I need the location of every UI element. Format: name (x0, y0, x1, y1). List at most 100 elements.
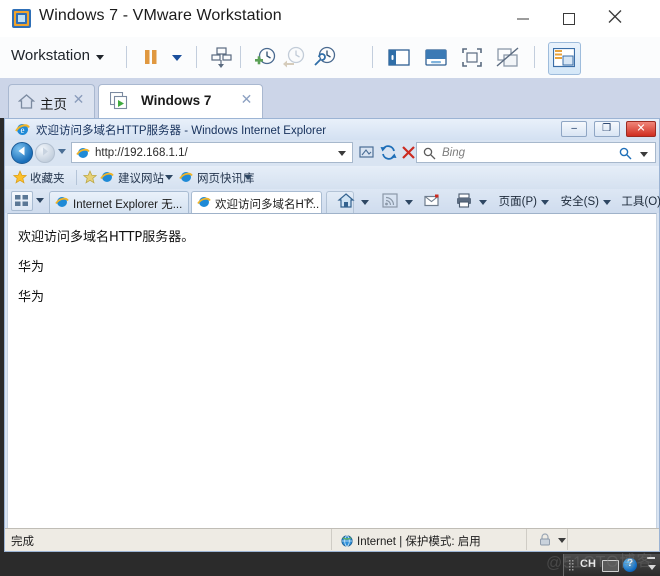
page-menu-caret[interactable] (541, 200, 549, 205)
search-provider-caret[interactable] (640, 152, 648, 157)
status-divider (331, 529, 332, 550)
show-sidebar-icon[interactable] (386, 45, 412, 70)
favbar-item-suggested-sites[interactable]: 建议网站 (118, 170, 164, 186)
feeds-dropdown-caret[interactable] (405, 200, 413, 205)
vmware-workstation-window: Windows 7 - VMware Workstation Workstati… (0, 0, 660, 576)
favbar-divider (76, 170, 77, 185)
ie-tab-inactive[interactable]: Internet Explorer 无... (49, 191, 189, 213)
close-icon: ✕ (636, 122, 646, 135)
snapshot-manager-icon[interactable] (312, 45, 338, 70)
vmware-title-text: Windows 7 - VMware Workstation (39, 7, 282, 24)
internet-zone-globe-icon (341, 534, 353, 547)
ie-tab-active[interactable]: 欢迎访问多域名HT... ✕ (191, 191, 322, 213)
vmware-tab-home[interactable]: 主页 ✕ (8, 84, 95, 118)
unity-mode-icon[interactable] (495, 45, 521, 70)
full-screen-icon[interactable] (459, 45, 485, 70)
ime-help-glyph: ? (627, 558, 634, 569)
ie-minimize-button[interactable]: – (561, 121, 588, 137)
svg-text:e: e (21, 125, 25, 135)
ime-minimize-icon[interactable] (647, 557, 655, 559)
ie-status-bar: 完成 Internet | 保护模式: 启用 (5, 528, 659, 551)
maximize-icon (563, 12, 575, 25)
address-input[interactable]: http://192.168.1.1/ (95, 147, 188, 159)
refresh-button[interactable] (379, 143, 398, 162)
safety-menu-caret[interactable] (603, 200, 611, 205)
ime-options-caret[interactable] (648, 565, 656, 570)
home-icon (17, 93, 36, 113)
print-icon[interactable] (455, 192, 473, 214)
vmware-toolbar: Workstation (0, 37, 660, 79)
back-arrow-icon (16, 144, 28, 162)
toolbar-divider (126, 46, 127, 68)
vmware-tab-label: Windows 7 (141, 93, 212, 108)
forward-arrow-icon (40, 144, 51, 162)
ie-logo-icon: e (15, 122, 30, 137)
ie-navigation-bar: http://192.168.1.1/ Bing (5, 140, 659, 166)
pause-vm-icon[interactable] (138, 45, 164, 70)
forward-button[interactable] (35, 143, 55, 163)
take-snapshot-icon[interactable] (252, 45, 278, 70)
ime-language-label[interactable]: CH (580, 558, 596, 570)
ie-close-button[interactable]: ✕ (626, 121, 656, 137)
toolbar-divider (534, 46, 535, 68)
close-icon[interactable]: ✕ (306, 195, 315, 208)
recent-pages-caret[interactable] (58, 149, 66, 154)
vm-guest-screen[interactable]: e 欢迎访问多域名HTTP服务器 - Windows Internet Expl… (0, 118, 660, 576)
tab-list-caret[interactable] (36, 198, 44, 203)
ie-restore-button[interactable]: ❐ (593, 121, 620, 137)
tools-menu-button[interactable]: 工具(O) (621, 193, 660, 209)
search-bar[interactable]: Bing (416, 142, 656, 163)
home-dropdown-caret[interactable] (361, 200, 369, 205)
back-button[interactable] (11, 142, 33, 164)
ie-logo-icon (179, 170, 193, 189)
workstation-menu-button[interactable]: Workstation (11, 47, 104, 64)
vmware-tab-windows7[interactable]: Windows 7 ✕ (98, 84, 263, 118)
ie-logo-icon (197, 195, 211, 209)
star-icon (12, 170, 28, 189)
zoom-level-caret[interactable] (558, 538, 566, 543)
protected-mode-lock-icon (538, 533, 552, 546)
chevron-down-icon[interactable] (165, 175, 173, 180)
ime-language-bar[interactable]: CH ? (563, 554, 660, 576)
ie-tab-label: 欢迎访问多域名HT... (215, 199, 320, 211)
ie-tab-row: Internet Explorer 无... 欢迎访问多域名HT... ✕ 页面… (5, 189, 660, 214)
page-line-2: 华为 (18, 260, 45, 275)
close-icon[interactable]: ✕ (240, 92, 253, 106)
drag-grip-icon[interactable] (569, 559, 574, 571)
manage-snapshot-icon[interactable] (208, 45, 234, 70)
vm-running-icon (109, 91, 130, 114)
toolbar-divider (240, 46, 241, 68)
show-console-icon[interactable] (423, 45, 449, 70)
window-minimize-button[interactable] (500, 0, 546, 37)
chevron-down-icon[interactable] (244, 175, 252, 180)
keyboard-icon[interactable] (602, 560, 619, 572)
vmware-title-bar: Windows 7 - VMware Workstation (0, 0, 660, 38)
add-to-favorites-icon[interactable] (82, 170, 98, 189)
page-menu-button[interactable]: 页面(P) (499, 193, 537, 209)
window-maximize-button[interactable] (546, 0, 592, 37)
ime-help-icon[interactable]: ? (623, 558, 637, 572)
print-dropdown-caret[interactable] (479, 200, 487, 205)
status-divider (567, 529, 568, 550)
status-divider (526, 529, 527, 550)
toolbar-divider (196, 46, 197, 68)
address-bar[interactable]: http://192.168.1.1/ (71, 142, 353, 163)
address-dropdown-caret[interactable] (338, 151, 346, 156)
show-thumbnail-bar-button[interactable] (548, 42, 581, 75)
search-input[interactable]: Bing (442, 147, 465, 159)
favorites-button-label[interactable]: 收藏夹 (30, 170, 65, 186)
revert-snapshot-icon[interactable] (282, 45, 308, 70)
pause-dropdown-caret[interactable] (164, 45, 190, 70)
search-go-icon[interactable] (619, 147, 632, 165)
feeds-icon[interactable] (381, 192, 399, 214)
safety-menu-button[interactable]: 安全(S) (561, 193, 599, 209)
close-icon[interactable]: ✕ (72, 92, 85, 106)
quick-tabs-icon[interactable] (11, 191, 33, 211)
read-mail-icon[interactable] (423, 192, 441, 214)
vmware-tab-strip: 主页 ✕ Windows 7 ✕ (0, 78, 660, 119)
window-close-button[interactable] (592, 0, 638, 37)
home-icon[interactable] (337, 192, 355, 214)
compatibility-view-button[interactable] (357, 143, 376, 162)
ie-window-controls: – ❐ ✕ (559, 121, 656, 138)
ie-page-content[interactable]: 欢迎访问多域名HTTP服务器。 华为 华为 (7, 213, 657, 529)
